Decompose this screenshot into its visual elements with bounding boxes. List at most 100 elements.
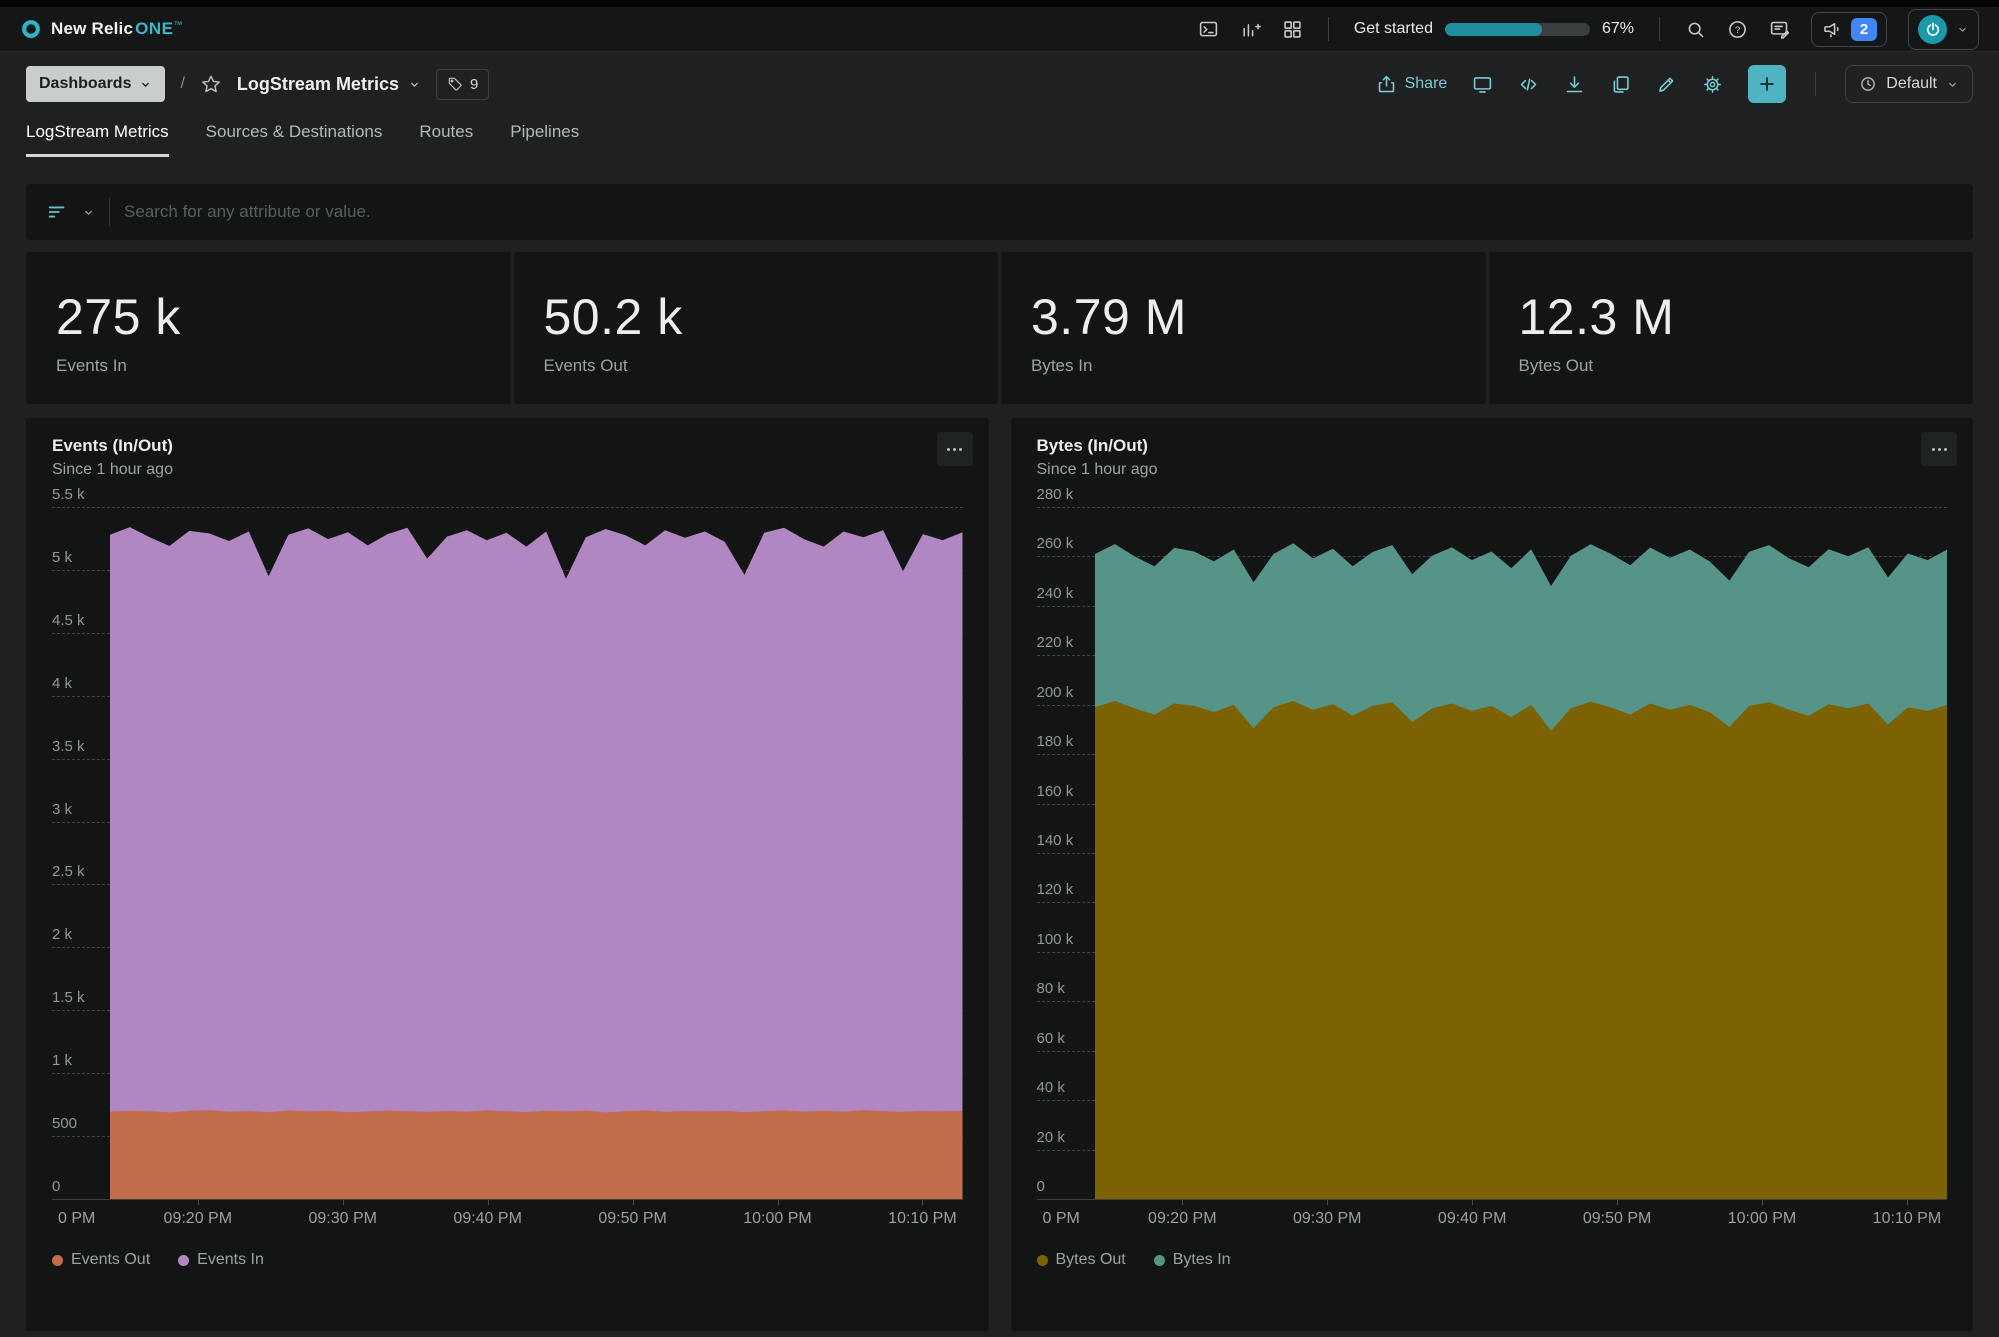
tv-mode-icon[interactable]	[1472, 74, 1493, 95]
top-navigation: New RelicONE™ Get started 67% ?	[0, 7, 1999, 52]
y-axis-tick-label: 160 k	[1037, 783, 1074, 800]
chart-plot-area: 5.5 k5 k4.5 k4 k3.5 k3 k2.5 k2 k1.5 k1 k…	[52, 507, 963, 1199]
kpi-value: 275 k	[56, 288, 481, 346]
x-axis: 0 PM09:20 PM09:30 PM09:40 PM09:50 PM10:0…	[1037, 1199, 1948, 1235]
tab-sources-destinations[interactable]: Sources & Destinations	[206, 116, 383, 157]
tag-count: 9	[470, 76, 478, 93]
kpi-tile-events-out[interactable]: 50.2 kEvents Out	[514, 252, 999, 404]
legend-label: Events Out	[71, 1251, 150, 1269]
app-logo[interactable]: New RelicONE™	[20, 18, 182, 40]
x-axis-tick-label: 0 PM	[58, 1210, 95, 1228]
kpi-tile-bytes-out[interactable]: 12.3 MBytes Out	[1489, 252, 1974, 404]
y-axis-tick-label: 60 k	[1037, 1030, 1065, 1047]
x-axis-tick-label: 09:20 PM	[164, 1210, 232, 1228]
y-axis-tick-label: 80 k	[1037, 980, 1065, 997]
x-axis-tick	[1327, 1200, 1328, 1205]
y-axis-tick-label: 280 k	[1037, 486, 1074, 503]
y-axis-tick-label: 260 k	[1037, 535, 1074, 552]
tag-icon	[447, 76, 463, 92]
tab-pipelines[interactable]: Pipelines	[510, 116, 579, 157]
edit-pencil-icon[interactable]	[1656, 74, 1677, 95]
dashboards-breadcrumb-button[interactable]: Dashboards	[26, 66, 165, 102]
get-started-progress[interactable]: Get started 67%	[1354, 20, 1634, 38]
chart-panel-bytes[interactable]: Bytes (In/Out) Since 1 hour ago 280 k260…	[1011, 418, 1974, 1331]
legend-dot	[178, 1255, 189, 1266]
progress-percent: 67%	[1602, 20, 1634, 38]
tab-routes[interactable]: Routes	[419, 116, 473, 157]
x-axis-tick-label: 10:10 PM	[1873, 1210, 1941, 1228]
panel-subtitle: Since 1 hour ago	[1037, 461, 1948, 479]
legend-item-bytes-in[interactable]: Bytes In	[1154, 1251, 1231, 1269]
time-picker-label: Default	[1886, 75, 1937, 93]
kpi-label: Events In	[56, 356, 481, 376]
brand-name: New RelicONE™	[51, 19, 182, 39]
x-axis-tick-label: 10:00 PM	[743, 1210, 811, 1228]
download-icon[interactable]	[1564, 74, 1585, 95]
progress-bar	[1445, 23, 1590, 36]
tab-logstream-metrics[interactable]: LogStream Metrics	[26, 116, 169, 157]
x-axis-tick	[343, 1200, 344, 1205]
kpi-tile-bytes-in[interactable]: 3.79 MBytes In	[1001, 252, 1486, 404]
x-axis-tick	[1472, 1200, 1473, 1205]
feedback-icon[interactable]	[1769, 19, 1790, 40]
apps-grid-icon[interactable]	[1282, 19, 1303, 40]
y-axis-tick-label: 20 k	[1037, 1129, 1065, 1146]
legend-item-events-in[interactable]: Events In	[178, 1251, 264, 1269]
stacked-area-plot	[1095, 507, 1948, 1199]
x-axis-tick-label: 09:20 PM	[1148, 1210, 1216, 1228]
y-axis-tick-label: 5 k	[52, 549, 72, 566]
copy-icon[interactable]	[1610, 74, 1631, 95]
legend-dot	[1037, 1255, 1048, 1266]
favorite-star-icon[interactable]	[200, 73, 222, 95]
dashboard-title-menu[interactable]: LogStream Metrics	[237, 74, 421, 95]
search-icon[interactable]	[1685, 19, 1706, 40]
chevron-down-icon	[1946, 78, 1959, 91]
x-axis-tick	[1182, 1200, 1183, 1205]
panel-menu-button[interactable]	[937, 432, 973, 466]
legend-item-bytes-out[interactable]: Bytes Out	[1037, 1251, 1126, 1269]
chart-legend: Events Out Events In	[52, 1251, 963, 1269]
y-axis-tick-label: 100 k	[1037, 931, 1074, 948]
x-axis-tick	[1617, 1200, 1618, 1205]
dashboard-toolbar: Dashboards / LogStream Metrics 9 Share	[0, 52, 1999, 116]
search-input[interactable]	[124, 202, 1953, 222]
filter-icon[interactable]	[46, 201, 68, 223]
nav-divider	[1659, 17, 1660, 41]
share-icon	[1376, 74, 1397, 95]
tags-button[interactable]: 9	[436, 69, 489, 100]
x-axis-tick	[1762, 1200, 1763, 1205]
code-icon[interactable]	[1518, 74, 1539, 95]
notification-badge: 2	[1851, 18, 1877, 41]
legend-label: Events In	[197, 1251, 264, 1269]
panel-menu-button[interactable]	[1921, 432, 1957, 466]
series-area-events-out	[110, 1110, 963, 1199]
user-menu[interactable]	[1908, 9, 1979, 50]
kpi-tile-events-in[interactable]: 275 k Events In	[26, 252, 511, 404]
query-console-icon[interactable]	[1198, 19, 1219, 40]
panel-header: Events (In/Out) Since 1 hour ago	[52, 436, 963, 479]
time-picker[interactable]: Default	[1845, 65, 1973, 103]
search-bar[interactable]	[26, 184, 1973, 240]
whats-new-button[interactable]: 2	[1811, 12, 1887, 47]
y-axis-tick-label: 40 k	[1037, 1079, 1065, 1096]
legend-item-events-out[interactable]: Events Out	[52, 1251, 150, 1269]
settings-gear-icon[interactable]	[1702, 74, 1723, 95]
chart-plot-area: 280 k260 k240 k220 k200 k180 k160 k140 k…	[1037, 507, 1948, 1199]
x-axis-tick-label: 09:30 PM	[308, 1210, 376, 1228]
x-axis-tick	[198, 1200, 199, 1205]
y-axis-tick-label: 3.5 k	[52, 738, 85, 755]
chevron-down-icon[interactable]	[82, 206, 95, 219]
chart-panel-events[interactable]: Events (In/Out) Since 1 hour ago 5.5 k5 …	[26, 418, 989, 1331]
x-axis-tick-label: 09:30 PM	[1293, 1210, 1361, 1228]
series-area-bytes-out	[1095, 701, 1948, 1199]
kpi-value: 12.3 M	[1519, 288, 1944, 346]
create-chart-icon[interactable]	[1240, 19, 1261, 40]
share-button[interactable]: Share	[1376, 74, 1448, 95]
chevron-down-icon	[1956, 23, 1969, 36]
add-widget-button[interactable]	[1748, 65, 1786, 103]
clock-icon	[1859, 75, 1877, 93]
x-axis-tick-label: 10:00 PM	[1728, 1210, 1796, 1228]
get-started-label: Get started	[1354, 20, 1433, 38]
help-icon[interactable]: ?	[1727, 19, 1748, 40]
kpi-grid: 275 k Events In 50.2 kEvents Out3.79 MByte…	[26, 252, 1973, 404]
